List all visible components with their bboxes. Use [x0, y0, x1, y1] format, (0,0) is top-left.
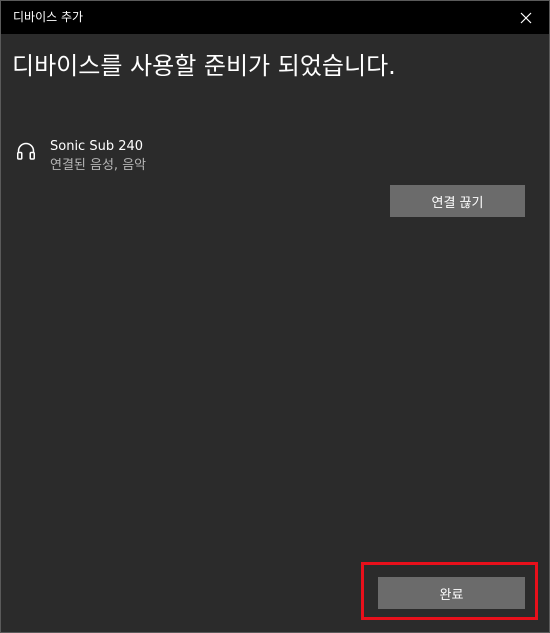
page-heading: 디바이스를 사용할 준비가 되었습니다. [12, 52, 396, 80]
title-bar: 디바이스 추가 [1, 1, 549, 34]
done-button[interactable]: 완료 [378, 577, 525, 609]
close-icon [520, 12, 532, 23]
close-button[interactable] [503, 1, 549, 34]
window-title: 디바이스 추가 [13, 10, 84, 24]
add-device-window: 디바이스 추가 디바이스를 사용할 준비가 되었습니다. Sonic Sub 2… [0, 0, 550, 633]
disconnect-button[interactable]: 연결 끊기 [390, 185, 525, 217]
device-list-item: Sonic Sub 240 연결된 음성, 음악 [13, 137, 313, 177]
device-name: Sonic Sub 240 [50, 139, 144, 154]
headphones-icon [17, 142, 35, 160]
device-status: 연결된 음성, 음악 [50, 158, 147, 173]
